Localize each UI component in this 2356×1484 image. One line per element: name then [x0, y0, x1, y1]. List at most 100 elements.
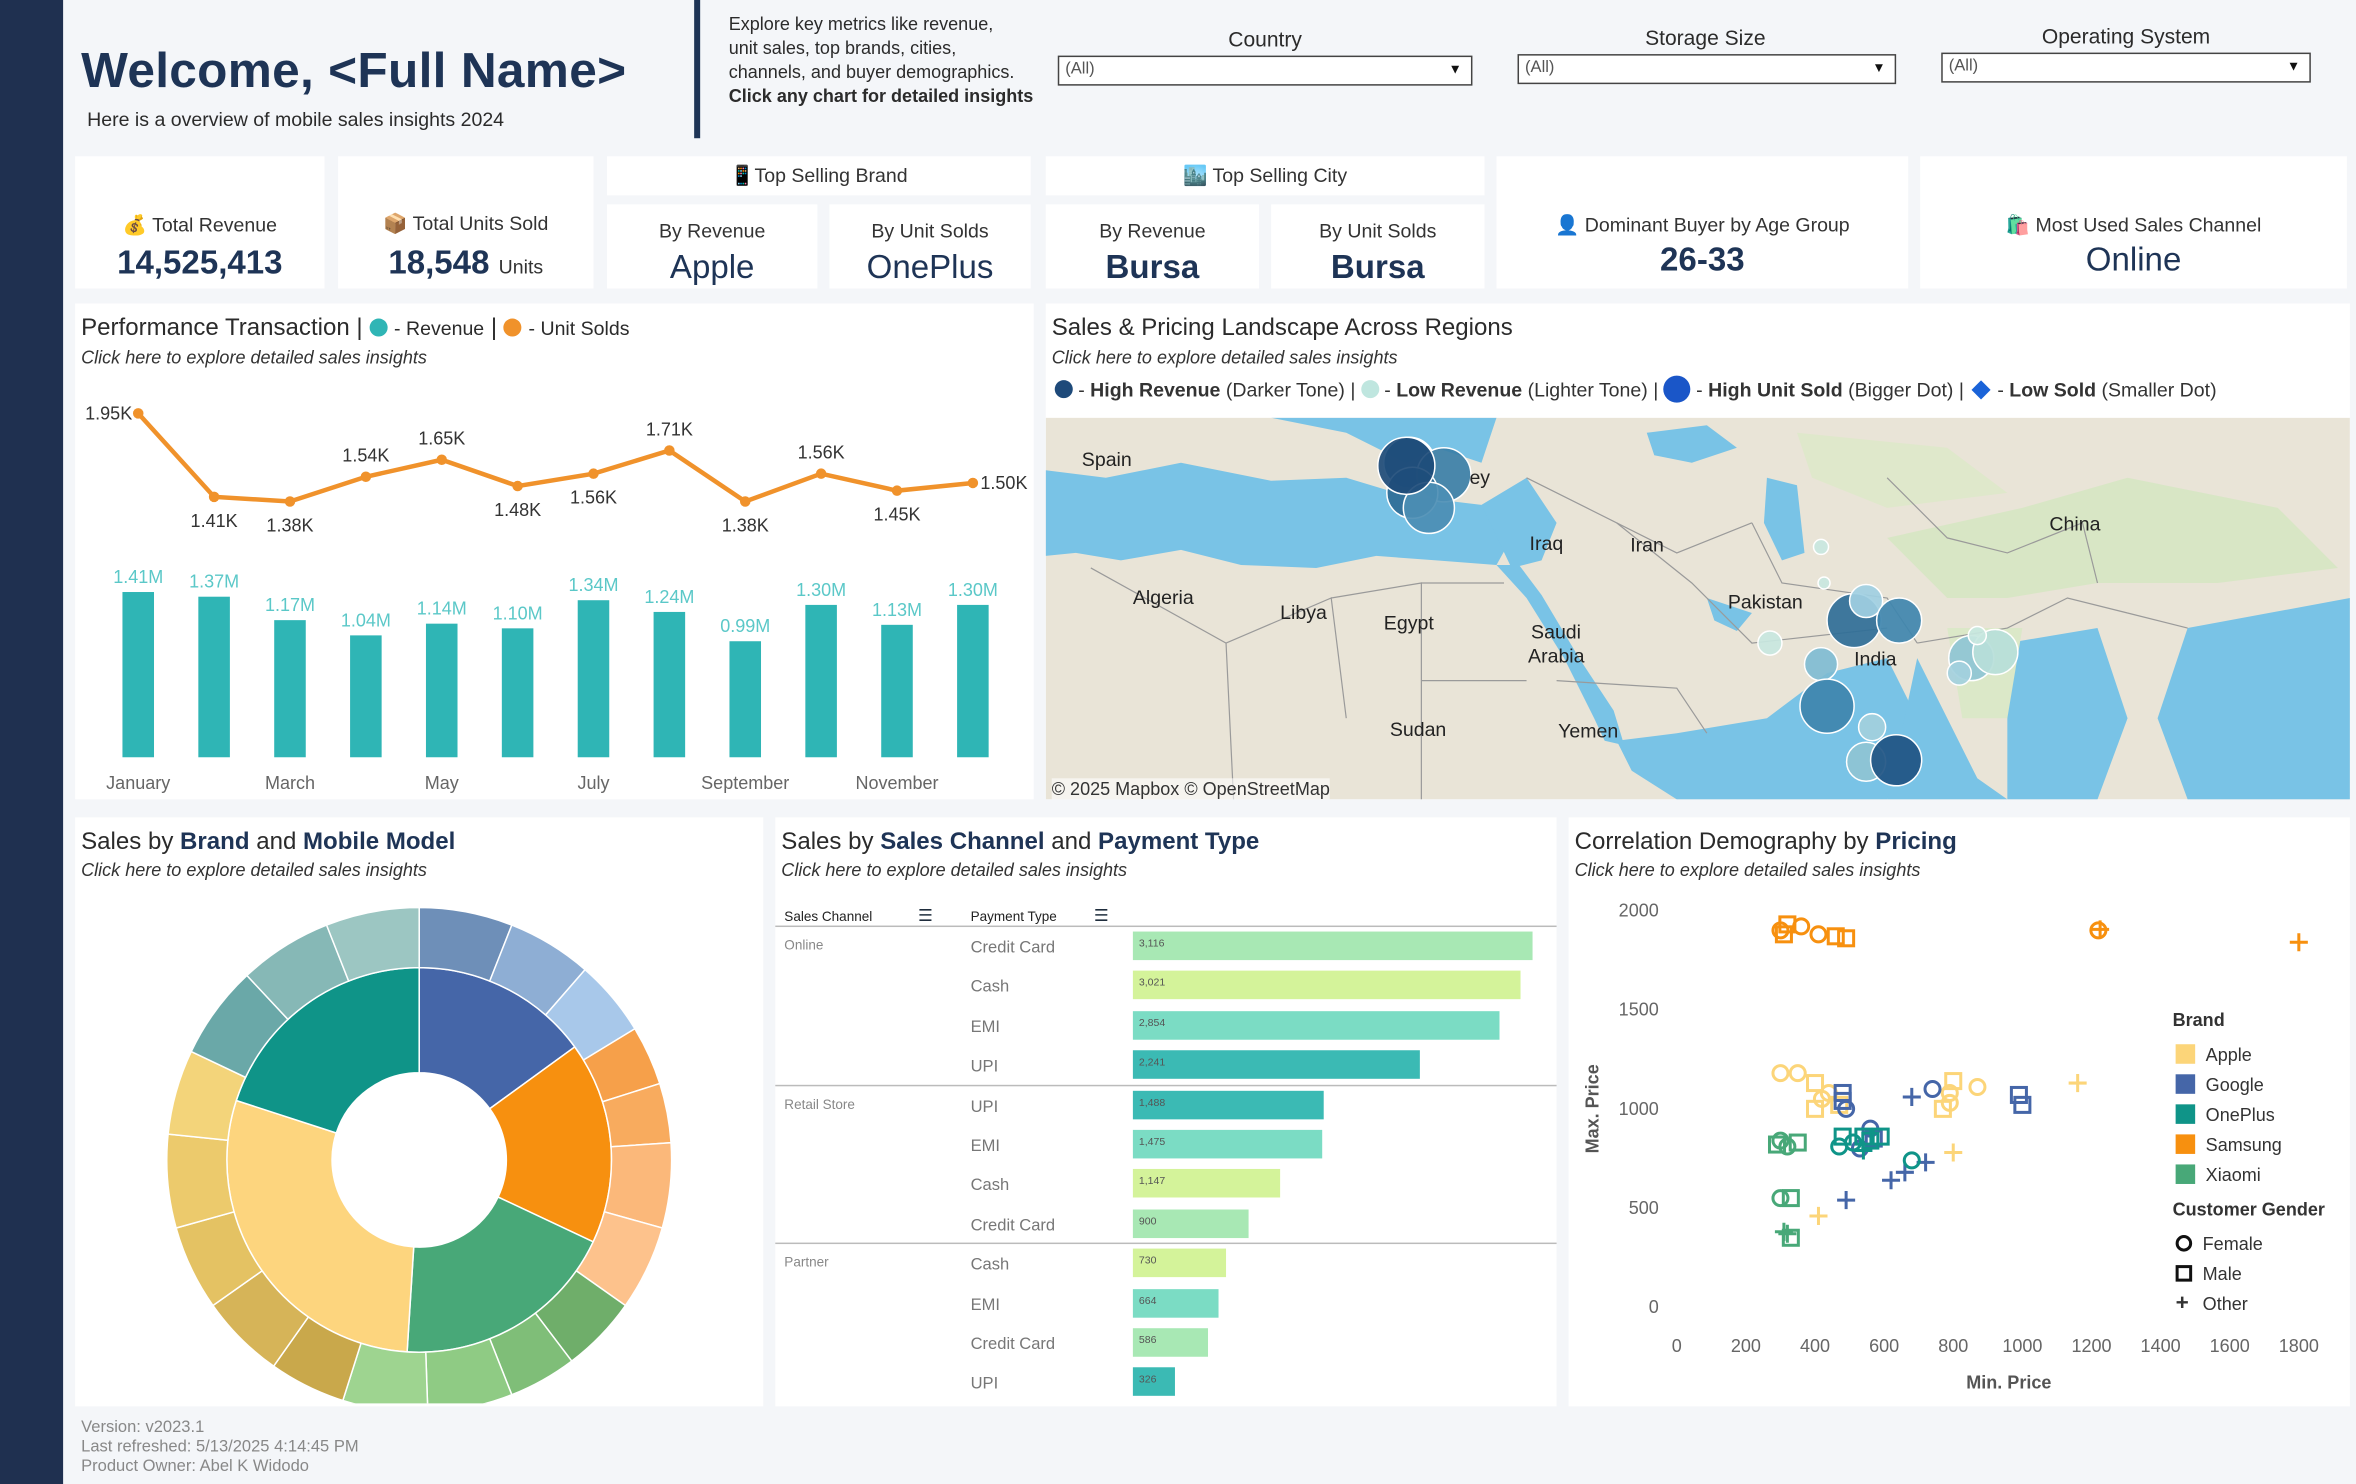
revenue-bar	[729, 641, 762, 758]
low-revenue-dot	[1360, 380, 1379, 399]
unit-sold-line	[136, 411, 974, 505]
payment-label: UPI	[970, 1058, 999, 1077]
money-bag-icon: 💰	[122, 213, 147, 236]
kpi-title: By Revenue	[1099, 219, 1206, 242]
group-divider	[775, 1084, 1557, 1086]
unit-sold-label: 1.56K	[798, 443, 845, 463]
payment-bar[interactable]	[1132, 931, 1533, 961]
map-label: Saudi	[1531, 620, 1582, 644]
payment-label: Cash	[970, 978, 1010, 997]
revenue-bar-label: 1.10M	[493, 603, 543, 623]
model-slice	[166, 1133, 235, 1229]
city-bubble	[1967, 625, 1988, 646]
footer-version: Version: v2023.1	[81, 1418, 205, 1437]
scatter-point-female	[1771, 1064, 1790, 1083]
legend-swatch	[2175, 1104, 2196, 1124]
unit-sold-label: 1.38K	[722, 516, 769, 536]
unit-sold-label: 1.41K	[191, 511, 238, 531]
scatter-point-female	[1902, 1151, 1921, 1170]
month-tick-label: September	[701, 773, 789, 793]
payment-bar-label: 586	[1138, 1335, 1157, 1347]
kpi-total-revenue[interactable]: 💰 Total Revenue 14,525,413	[75, 156, 325, 289]
region-map[interactable]	[1045, 417, 2350, 800]
kpi-title: By Unit Solds	[1319, 219, 1437, 242]
revenue-bar	[957, 604, 989, 758]
kpi-dominant-age[interactable]: 👤 Dominant Buyer by Age Group 26-33	[1496, 156, 1909, 289]
y-tick-label: 500	[1629, 1198, 1659, 1218]
map-label: India	[1854, 647, 1897, 671]
filter-os-select[interactable]: (All) ▼	[1941, 52, 2311, 83]
correlation-card[interactable]: Correlation Demography by Pricing Click …	[1568, 817, 2350, 1407]
x-tick-label: 600	[1869, 1336, 1899, 1356]
month-tick-label: May	[425, 773, 459, 793]
performance-card[interactable]: Performance Transaction | - Revenue | - …	[75, 303, 1034, 800]
revenue-bar-label: 1.30M	[948, 580, 998, 600]
kpi-total-units[interactable]: 📦 Total Units Sold 18,548 Units	[338, 156, 594, 289]
revenue-bar	[501, 628, 534, 758]
unit-sold-label: 1.45K	[873, 505, 920, 525]
month-tick-label: July	[577, 773, 609, 793]
sort-icon[interactable]: ☰	[918, 906, 933, 926]
channel-payment-card[interactable]: Sales by Sales Channel and Payment Type …	[775, 817, 1557, 1407]
map-label: Algeria	[1132, 585, 1194, 609]
scatter-point-male	[1806, 1074, 1825, 1093]
scatter-point-other	[1882, 1171, 1901, 1190]
city-bubble	[1857, 712, 1887, 742]
map-card[interactable]: Sales & Pricing Landscape Across Regions…	[1045, 303, 2350, 800]
month-tick-label: March	[265, 773, 315, 793]
kpi-city-by-revenue[interactable]: By Revenue Bursa	[1045, 204, 1260, 289]
kpi-brand-by-units[interactable]: By Unit Solds OnePlus	[829, 204, 1031, 289]
x-tick-label: 1800	[2279, 1336, 2319, 1356]
channel-payment-table: Online Credit Card 3,116 Cash 3,021 EMI 2,854 U…	[775, 925, 1557, 1407]
x-tick-label: 0	[1672, 1336, 1682, 1356]
kpi-value: 18,548 Units	[388, 243, 544, 281]
city-bubble	[1875, 597, 1923, 644]
revenue-bar-label: 0.99M	[720, 616, 770, 636]
filter-country-label: Country	[1228, 27, 1302, 52]
revenue-bar	[653, 611, 686, 758]
scatter-point-other	[1902, 1087, 1921, 1106]
map-label: Spain	[1081, 447, 1132, 471]
gender-legend-item: Female	[2175, 1229, 2263, 1259]
brand-sunburst-chart[interactable]	[75, 892, 763, 1404]
legend-swatch	[2175, 1164, 2196, 1184]
page-subtitle: Here is a overview of mobile sales insig…	[87, 108, 505, 131]
payment-bar[interactable]	[1132, 971, 1521, 1000]
payment-bar-label: 1,475	[1138, 1137, 1166, 1148]
filter-country-select[interactable]: (All) ▼	[1057, 55, 1473, 86]
brand-legend-item: Apple	[2175, 1040, 2282, 1070]
payment-bar[interactable]	[1132, 1010, 1499, 1040]
kpi-title: 💰 Total Revenue	[122, 213, 277, 236]
legend-label: Samsung	[2205, 1134, 2282, 1156]
kpi-brand-by-revenue[interactable]: By Revenue Apple	[607, 204, 818, 289]
brand-model-subtitle: Click here to explore detailed sales ins…	[81, 859, 427, 881]
scatter-point-other	[1837, 1191, 1856, 1210]
kpi-sales-channel[interactable]: 🛍️ Most Used Sales Channel Online	[1920, 156, 2347, 289]
payment-bar[interactable]	[1132, 1050, 1421, 1080]
unit-sold-label: 1.56K	[570, 488, 617, 508]
filter-storage-select[interactable]: (All) ▼	[1517, 54, 1897, 85]
unit-sold-point	[436, 454, 447, 466]
scatter-point-female	[1788, 1064, 1807, 1083]
payment-bar-label: 3,021	[1138, 978, 1166, 990]
sort-icon[interactable]: ☰	[1094, 906, 1109, 926]
legend-swatch	[2175, 1074, 2196, 1094]
x-tick-label: 1400	[2141, 1336, 2181, 1356]
payment-label: Credit Card	[970, 1335, 1056, 1354]
brand-model-title: Sales by Brand and Mobile Model	[81, 829, 456, 855]
kpi-city-by-units[interactable]: By Unit Solds Bursa	[1271, 204, 1485, 289]
revenue-bar-label: 1.04M	[341, 610, 391, 630]
payment-bar-label: 1,488	[1138, 1097, 1166, 1109]
brand-model-card[interactable]: Sales by Brand and Mobile Model Click he…	[75, 817, 764, 1407]
map-label: ey	[1469, 465, 1491, 489]
revenue-bar	[881, 624, 913, 758]
intro-text: Explore key metrics like revenue, unit s…	[729, 12, 1045, 108]
performance-chart[interactable]: 1.95K 1.41K 1.38K 1.54K 1.65K 1.48K 1.56K 1.71K…	[75, 304, 1034, 800]
payment-label: UPI	[970, 1375, 999, 1394]
x-tick-label: 1000	[2002, 1336, 2042, 1356]
unit-sold-label: 1.50K	[980, 473, 1027, 493]
x-tick-label: 200	[1731, 1336, 1761, 1356]
y-tick-label: 1000	[1619, 1099, 1659, 1119]
revenue-bar	[122, 592, 155, 758]
payment-label: Cash	[970, 1177, 1010, 1196]
